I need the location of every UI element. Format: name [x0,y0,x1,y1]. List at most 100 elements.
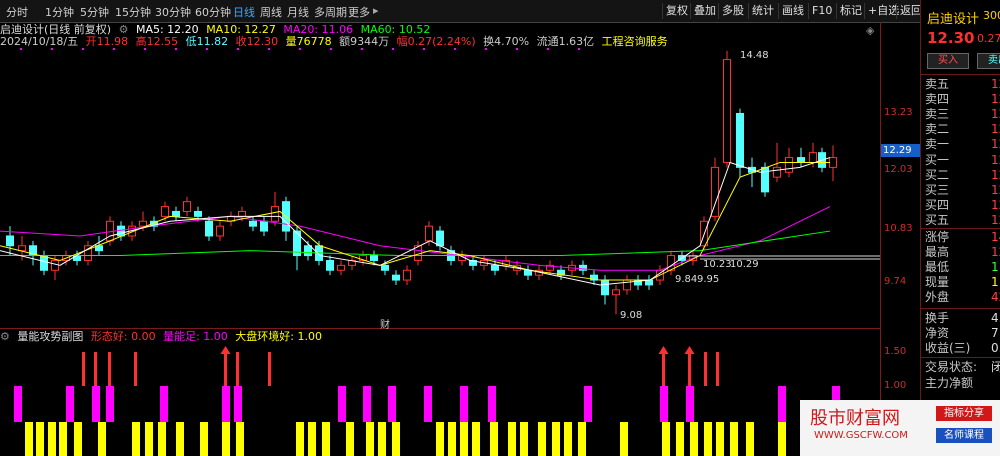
candle-body[interactable] [238,210,246,217]
period-tab-15min[interactable]: 15分钟 [115,4,151,20]
panel-row-value: 14 [991,230,1000,244]
panel-row-value: 0. [991,341,1000,355]
candle-body[interactable] [172,210,180,217]
candle-body[interactable] [773,166,781,178]
panel-row-value: 12 [991,92,1000,106]
period-tab-more[interactable]: 更多 [348,4,370,20]
low-annotation: 9.08 [620,310,643,321]
panel-row-value: 12 [991,183,1000,197]
adjust-button[interactable]: 复权 [662,3,691,19]
candle-body[interactable] [249,220,257,227]
red-signal-bar [716,352,719,386]
candle-body[interactable] [785,157,793,173]
candle-body[interactable] [809,152,817,163]
overlay-button[interactable]: 叠加 [690,3,719,19]
sell-button[interactable]: 卖出 [977,53,1000,69]
period-tab-30min[interactable]: 30分钟 [155,4,191,20]
panel-row-label: 买三 [925,183,950,197]
level-b-annotation: 10.29 [730,259,759,270]
candle-body[interactable] [205,220,213,237]
candle-body[interactable] [425,225,433,242]
candle-body[interactable] [18,245,26,252]
yellow-bar [460,422,468,456]
period-tab-5min[interactable]: 5分钟 [80,4,109,20]
candle-body[interactable] [161,206,169,217]
period-tab-multi[interactable]: 多周期 [314,4,347,20]
period-tab-1min[interactable]: 1分钟 [45,4,74,20]
candle-body[interactable] [601,279,609,296]
period-tab-timeshare[interactable]: 分时 [6,4,28,20]
candle-body[interactable] [436,230,444,247]
panel-row: 买一 12 [925,153,1000,168]
yellow-bar [564,422,572,456]
candle-body[interactable] [337,264,345,271]
f10-button[interactable]: F10 [808,3,835,19]
panel-row-label: 买四 [925,198,950,212]
candlestick-chart[interactable] [0,48,880,328]
indicator-chart[interactable] [0,340,880,456]
period-tab-60min[interactable]: 60分钟 [195,4,231,20]
magenta-bar [686,386,694,422]
panel-row-label: 主力净额 [925,376,974,390]
panel-row-value: 闭 [991,360,1000,374]
candle-body[interactable] [612,289,620,296]
period-tab-monthly[interactable]: 月线 [287,4,309,20]
multi-stock-button[interactable]: 多股 [718,3,747,19]
candle-body[interactable] [403,269,411,281]
candle-body[interactable] [829,157,837,168]
high-annotation: 14.48 [740,50,769,61]
candle-body[interactable] [183,201,191,212]
date-label: 2024/10/18/五 [0,35,79,48]
period-tab-weekly[interactable]: 周线 [260,4,282,20]
yellow-bar [552,422,560,456]
volume-label: 量76778 [285,35,332,48]
panel-row-label: 净资 [925,326,950,340]
candle-body[interactable] [40,255,48,271]
draw-line-button[interactable]: 画线 [778,3,807,19]
candle-body[interactable] [491,264,499,271]
panel-row-label: 买五 [925,213,950,227]
level-a-annotation: 10.23 [703,259,732,270]
panel-row: 卖二 12 [925,122,1000,137]
period-tab-daily[interactable]: 日线 [233,4,255,20]
candle-body[interactable] [51,259,59,271]
candle-body[interactable] [304,245,312,257]
candle-body[interactable] [524,269,532,276]
panel-row-value: 7 [991,326,999,340]
panel-row-label: 收益(三) [925,341,971,355]
candle-body[interactable] [326,259,334,271]
candle-body[interactable] [194,210,202,217]
buy-button[interactable]: 买入 [927,53,969,69]
candle-body[interactable] [723,59,731,163]
panel-row: 卖五 12 [925,77,1000,92]
signal-dot [144,48,146,50]
red-signal-bar [94,352,97,386]
candle-body[interactable] [271,206,279,222]
candle-body[interactable] [623,279,631,291]
candle-body[interactable] [711,166,719,217]
axis-line [880,22,881,456]
financial-report-marker[interactable]: 财 [380,316,390,331]
candle-body[interactable] [797,157,805,163]
red-signal-bar [82,352,85,386]
candle-body[interactable] [139,220,147,227]
panel-row-label: 卖四 [925,92,950,106]
panel-row: 买四 12 [925,198,1000,213]
candle-body[interactable] [260,220,268,232]
candle-body[interactable] [6,235,14,247]
axis-tick: 13.23 [884,107,913,118]
panel-row-label: 外盘 [925,290,950,304]
turnover-label: 换4.70% [483,35,530,48]
yellow-bar [520,422,528,456]
more-arrow-icon[interactable]: ▸ [373,4,379,17]
candle-body[interactable] [216,225,224,237]
candle-body[interactable] [370,255,378,261]
statistics-button[interactable]: 统计 [748,3,777,19]
expand-icon[interactable]: ◈ [866,24,874,37]
candle-body[interactable] [736,112,744,168]
panel-row-value: 4.7 [991,311,1000,325]
mark-button[interactable]: 标记 [836,3,865,19]
panel-row: 买五 12 [925,213,1000,228]
candle-body[interactable] [392,274,400,281]
candle-body[interactable] [381,264,389,271]
